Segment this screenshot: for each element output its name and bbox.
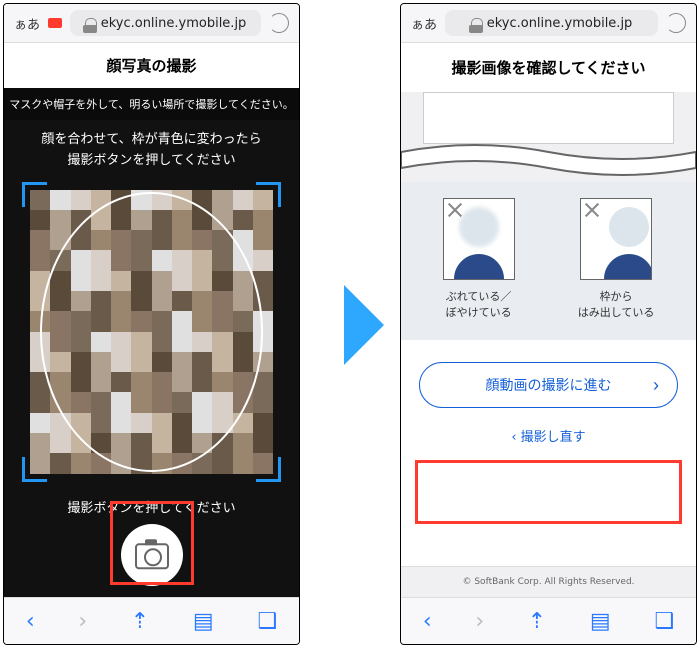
frame-corner: [22, 457, 47, 482]
browser-bar: ぁあ ekyc.online.ymobile.jp: [401, 4, 696, 43]
text-size[interactable]: ぁあ: [411, 14, 437, 33]
frame-corner: [256, 182, 281, 207]
face-illustration: [580, 198, 652, 280]
shutter-area: 撮影ボタンを押してください: [4, 497, 299, 589]
text-size[interactable]: ぁあ: [14, 14, 40, 33]
highlight-box: [415, 460, 682, 524]
truncation-wave: [401, 138, 696, 182]
bookmarks-icon[interactable]: ▤: [590, 609, 611, 634]
instruction-2: 顔を合わせて、枠が青色に変わったら撮影ボタンを押してください: [4, 120, 299, 182]
url-bar[interactable]: ekyc.online.ymobile.jp: [70, 10, 261, 36]
phone-right: ぁあ ekyc.online.ymobile.jp 撮影画像を確認してください …: [400, 3, 697, 645]
url-text: ekyc.online.ymobile.jp: [101, 16, 247, 31]
face-oval-guide: [40, 192, 263, 472]
camera-screen: 顔写真の撮影 マスクや帽子を外して、明るい場所で撮影してください。 顔を合わせて…: [4, 43, 299, 597]
browser-toolbar: ‹ › ⇡ ▤ ❑: [401, 597, 696, 644]
flow-arrow-icon: [344, 285, 384, 365]
tabs-icon[interactable]: ❑: [654, 609, 674, 634]
copyright: © SoftBank Corp. All Rights Reserved.: [401, 566, 696, 597]
forward-icon: ›: [78, 609, 87, 634]
highlight-box: [110, 501, 194, 585]
instruction-1: マスクや帽子を外して、明るい場所で撮影してください。: [4, 88, 299, 120]
frame-corner: [256, 457, 281, 482]
record-icon: [48, 18, 62, 28]
face-illustration: [443, 198, 515, 280]
browser-toolbar: ‹ › ⇡ ▤ ❑: [4, 597, 299, 644]
phone-left: ぁあ ekyc.online.ymobile.jp 顔写真の撮影 マスクや帽子を…: [3, 3, 300, 645]
back-icon[interactable]: ‹: [26, 609, 35, 634]
tabs-icon[interactable]: ❑: [257, 609, 277, 634]
forward-icon: ›: [475, 609, 484, 634]
share-icon[interactable]: ⇡: [131, 609, 149, 634]
example-outofframe: 枠からはみ出している: [578, 198, 655, 320]
proceed-button[interactable]: 顔動画の撮影に進む: [419, 362, 678, 408]
example-blurry: ぶれている／ぼやけている: [443, 198, 515, 320]
camera-viewfinder: [22, 182, 281, 482]
bookmarks-icon[interactable]: ▤: [193, 609, 214, 634]
refresh-icon[interactable]: [269, 13, 289, 33]
page-title: 撮影画像を確認してください: [401, 43, 696, 92]
page-title: 顔写真の撮影: [4, 43, 299, 88]
ng-examples: ぶれている／ぼやけている 枠からはみ出している: [401, 182, 696, 340]
confirm-screen: 撮影画像を確認してください ぶれている／ぼやけている 枠からはみ出している 顔動…: [401, 43, 696, 597]
url-bar[interactable]: ekyc.online.ymobile.jp: [445, 10, 658, 36]
captured-image-slot: [423, 92, 674, 144]
x-icon: [583, 201, 601, 219]
back-icon[interactable]: ‹: [423, 609, 432, 634]
lock-icon: [85, 18, 97, 29]
url-text: ekyc.online.ymobile.jp: [487, 16, 633, 31]
button-area: 顔動画の撮影に進む 撮影し直す: [401, 340, 696, 566]
lock-icon: [471, 18, 483, 29]
browser-bar: ぁあ ekyc.online.ymobile.jp: [4, 4, 299, 43]
retake-link[interactable]: 撮影し直す: [419, 426, 678, 445]
share-icon[interactable]: ⇡: [528, 609, 546, 634]
frame-corner: [22, 182, 47, 207]
x-icon: [446, 201, 464, 219]
refresh-icon[interactable]: [666, 13, 686, 33]
